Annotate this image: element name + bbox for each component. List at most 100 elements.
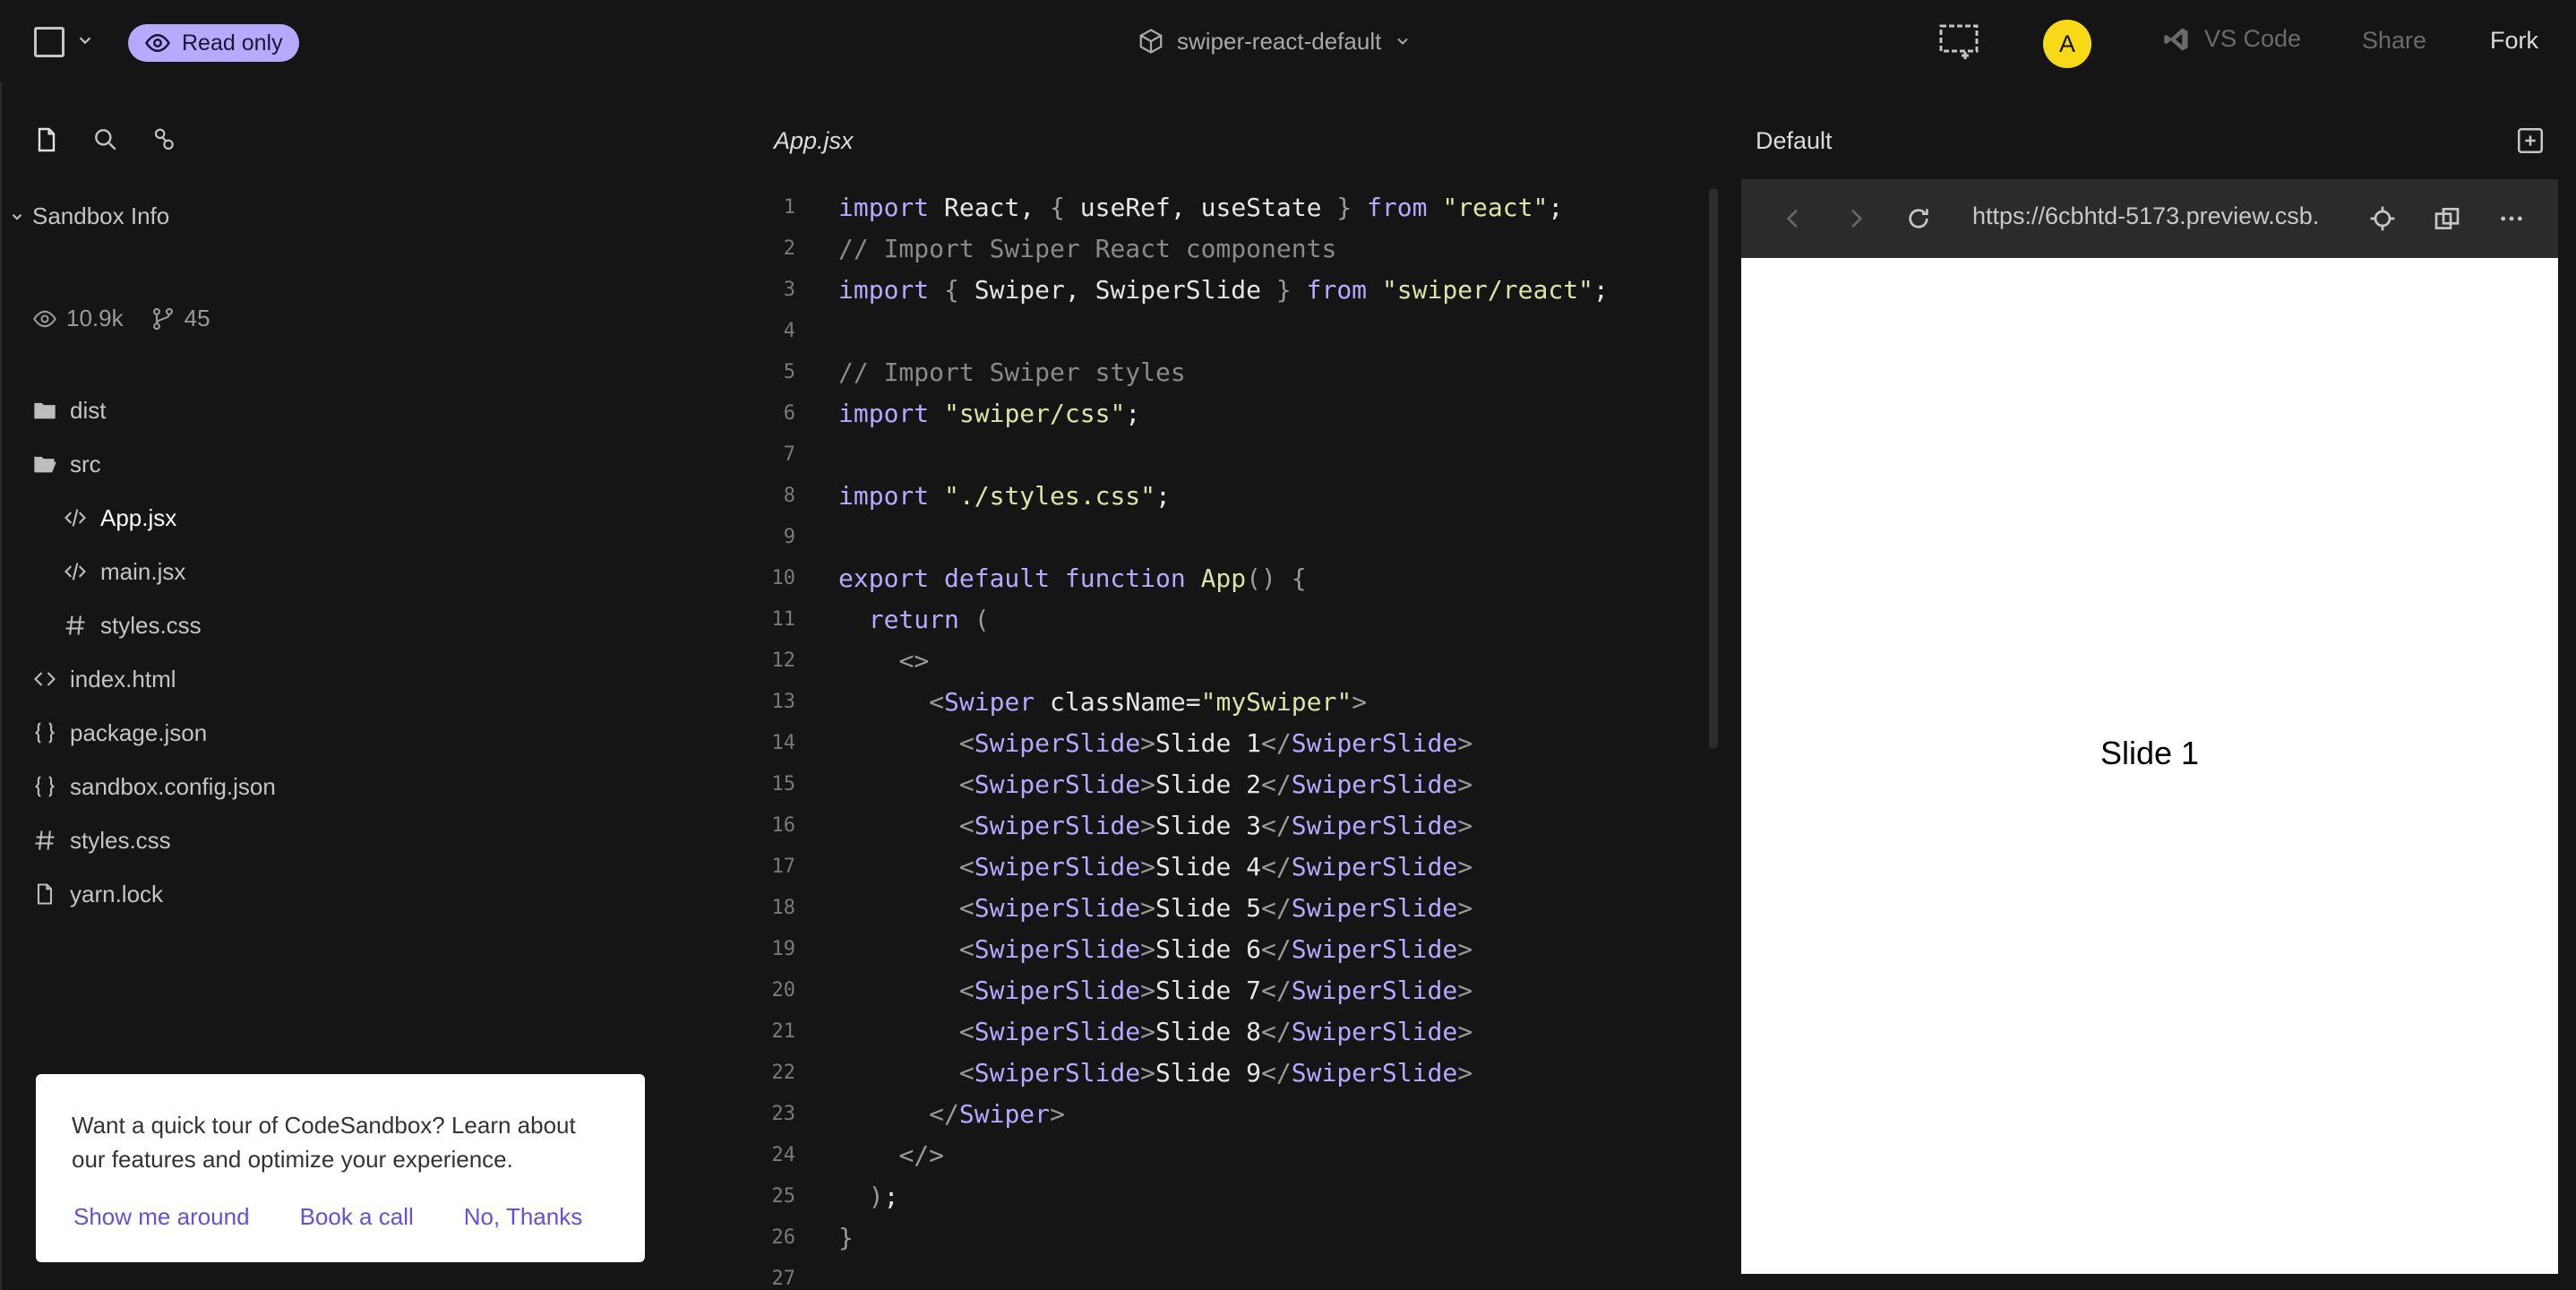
code-line: 5 // Import Swiper styles	[724, 351, 1709, 392]
html-icon	[32, 666, 57, 692]
sandbox-name-label: swiper-react-default	[1177, 27, 1382, 55]
code-token: <	[958, 810, 975, 840]
forward-icon[interactable]	[1842, 204, 1870, 233]
file-tree-item[interactable]: sandbox.config.json	[2, 760, 726, 813]
back-icon[interactable]	[1779, 204, 1807, 233]
file-tree-item[interactable]: App.jsx	[2, 491, 726, 545]
open-new-window-icon[interactable]	[2433, 204, 2461, 233]
eye-icon	[145, 33, 170, 53]
add-tab-icon[interactable]	[2515, 125, 2546, 156]
line-number: 5	[783, 360, 795, 383]
code-token: >	[1140, 1057, 1156, 1088]
code-token: >	[1457, 810, 1473, 840]
file-name: styles.css	[100, 611, 202, 639]
code-text: <SwiperSlide>Slide 1</SwiperSlide>	[795, 728, 1473, 758]
avatar[interactable]: A	[2043, 20, 2091, 68]
file-tree-item[interactable]: dist	[2, 383, 726, 437]
code-token: >	[1352, 686, 1368, 717]
fork-button[interactable]: Fork	[2490, 27, 2538, 55]
code-line: 24 </>	[724, 1134, 1709, 1175]
file-tree-item[interactable]: styles.css	[2, 598, 726, 652]
file-tree-item[interactable]: package.json	[2, 706, 726, 760]
search-icon[interactable]	[91, 125, 120, 154]
code-token: SwiperSlide	[1291, 851, 1458, 882]
code-token: ;	[883, 1181, 899, 1211]
editor-scrollbar[interactable]	[1709, 188, 1718, 749]
code-token: ;	[1593, 274, 1609, 305]
url-bar[interactable]: https://6cbhtd-5173.preview.csb.	[1972, 202, 2319, 230]
code-token: <	[958, 933, 975, 964]
code-text: <SwiperSlide>Slide 6</SwiperSlide>	[795, 934, 1473, 964]
code-token: }	[1336, 192, 1368, 222]
code-token: >	[1140, 933, 1156, 964]
line-number: 22	[771, 1061, 796, 1084]
file-tree-item[interactable]: yarn.lock	[2, 867, 726, 921]
slide-content[interactable]: Slide 1	[1741, 735, 2558, 772]
show-me-around-link[interactable]: Show me around	[73, 1203, 250, 1231]
add-preview-icon[interactable]	[1938, 23, 1979, 61]
dependencies-icon[interactable]	[150, 125, 179, 154]
code-area[interactable]: 1 import React, { useRef, useState } from…	[724, 186, 1709, 1290]
read-only-badge[interactable]: Read only	[128, 24, 299, 62]
code-line: 3 import { Swiper, SwiperSlide } from "sw…	[724, 269, 1709, 310]
code-text: import { Swiper, SwiperSlide } from "swi…	[795, 275, 1609, 305]
no-thanks-link[interactable]: No, Thanks	[464, 1203, 582, 1231]
preview-title[interactable]: Default	[1756, 127, 1833, 155]
crosshair-icon[interactable]	[2368, 204, 2397, 233]
code-token: import	[838, 398, 945, 428]
share-button[interactable]: Share	[2362, 27, 2426, 55]
code-line: 27	[724, 1258, 1709, 1290]
code-token: "react"	[1442, 192, 1549, 222]
file-tree-item[interactable]: styles.css	[2, 813, 726, 867]
chevron-down-icon[interactable]	[75, 30, 95, 50]
file-tree-item[interactable]: src	[2, 437, 726, 491]
layout-toggle-icon[interactable]	[34, 27, 64, 57]
code-token: }	[838, 1222, 854, 1252]
code-line: 16 <SwiperSlide>Slide 3</SwiperSlide>	[724, 804, 1709, 846]
code-token: Slide 5	[1155, 892, 1262, 923]
code-token: ;	[1548, 192, 1564, 222]
editor-tab[interactable]: App.jsx	[774, 127, 854, 155]
file-explorer-icon[interactable]	[32, 125, 61, 154]
code-token: SwiperSlide	[1291, 1016, 1458, 1046]
file-tree-item[interactable]: main.jsx	[2, 545, 726, 598]
code-line: 13 <Swiper className="mySwiper">	[724, 681, 1709, 722]
book-a-call-link[interactable]: Book a call	[300, 1203, 414, 1231]
sandbox-title[interactable]: swiper-react-default	[1138, 23, 1412, 59]
code-line: 17 <SwiperSlide>Slide 4</SwiperSlide>	[724, 846, 1709, 887]
code-text: import "swiper/css";	[795, 399, 1140, 428]
file-tree-item[interactable]: index.html	[2, 652, 726, 706]
code-token: >	[1457, 1057, 1473, 1088]
code-text: );	[795, 1181, 899, 1211]
browser-toolbar: https://6cbhtd-5173.preview.csb.	[1741, 179, 2558, 258]
vscode-button[interactable]: VS Code	[2163, 25, 2301, 53]
code-token: <	[958, 975, 975, 1005]
forks-count: 45	[184, 305, 210, 331]
refresh-icon[interactable]	[1904, 204, 1933, 233]
more-icon[interactable]	[2497, 204, 2526, 233]
file-name: main.jsx	[100, 557, 186, 585]
box-icon	[1139, 29, 1163, 54]
code-token: Slide 1	[1155, 727, 1262, 758]
code-token: Slide 3	[1155, 810, 1262, 840]
section-title: Sandbox Info	[32, 202, 170, 229]
code-token: >	[1140, 851, 1156, 882]
code-text: }	[795, 1223, 854, 1252]
line-number: 26	[771, 1226, 796, 1249]
line-number: 19	[771, 937, 796, 960]
code-line: 9	[724, 516, 1709, 557]
line-number: 17	[771, 855, 796, 878]
line-number: 20	[771, 978, 796, 1002]
sandbox-info-header[interactable]: Sandbox Info	[9, 202, 169, 230]
code-line: 6 import "swiper/css";	[724, 392, 1709, 434]
json-icon	[32, 774, 57, 799]
code-token: </>	[898, 1140, 945, 1170]
code-token: from	[1367, 192, 1443, 222]
